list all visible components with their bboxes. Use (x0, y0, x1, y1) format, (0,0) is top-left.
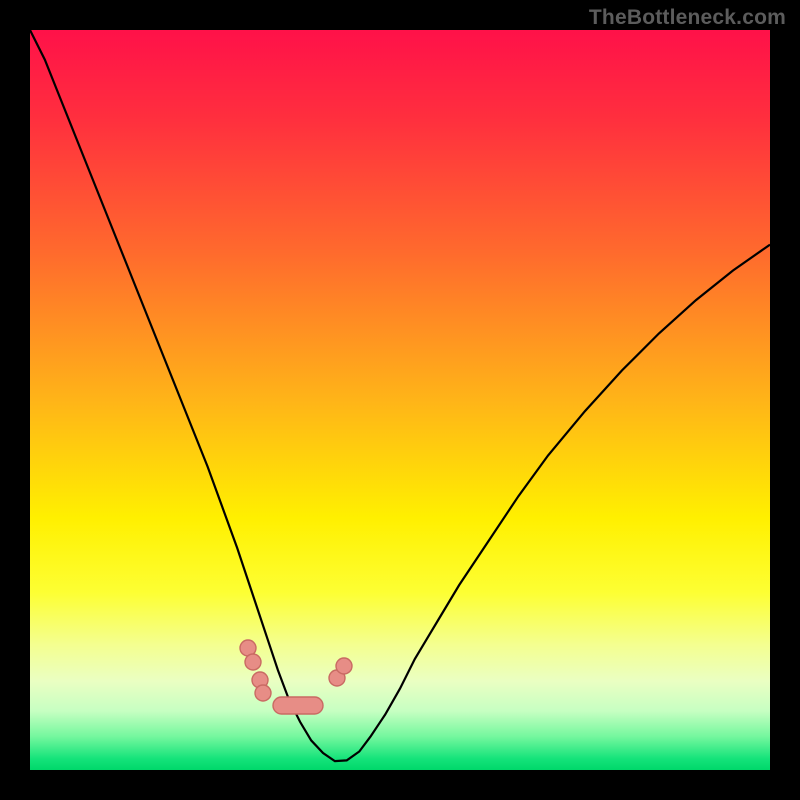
marker-capsule (273, 697, 323, 714)
chart-frame: TheBottleneck.com (0, 0, 800, 800)
watermark-text: TheBottleneck.com (589, 6, 786, 30)
marker-dot (245, 654, 261, 670)
bottleneck-chart (0, 0, 800, 800)
gradient-background (30, 30, 770, 770)
marker-dot (255, 685, 271, 701)
marker-dot (336, 658, 352, 674)
